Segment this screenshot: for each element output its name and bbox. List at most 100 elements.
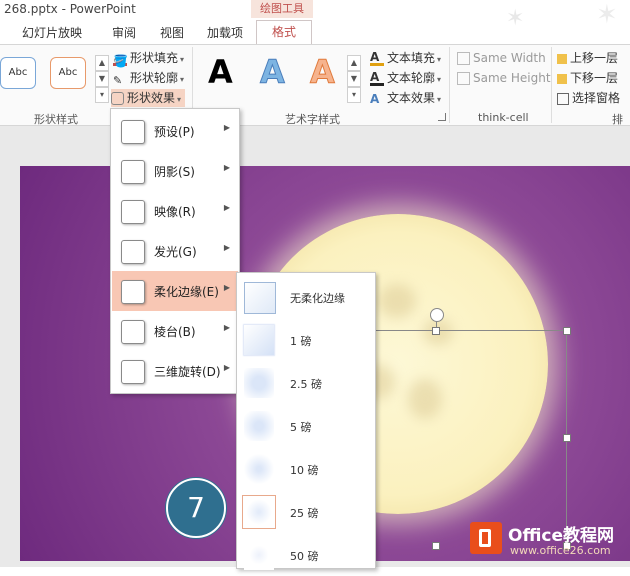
text-effects-icon: A <box>370 91 380 106</box>
window-title: 268.pptx - PowerPoint <box>4 2 136 16</box>
selection-frame-top <box>372 330 567 331</box>
paint-bucket-icon: 🪣 <box>113 53 128 68</box>
same-height-button[interactable]: Same Height <box>457 69 551 87</box>
soft-edge-preview-icon <box>244 454 274 484</box>
resize-handle[interactable] <box>563 327 571 335</box>
tab-addins[interactable]: 加载项 <box>207 24 243 41</box>
soft-edge-option[interactable]: 50 磅 <box>238 533 374 576</box>
shape-style-preview[interactable]: Abc <box>50 57 86 89</box>
send-backward-button[interactable]: 下移一层 <box>557 69 618 87</box>
group-label-shape-styles: 形状样式 <box>34 113 78 126</box>
ribbon-tabs: 幻灯片放映 审阅 视图 加载项 <box>0 20 630 44</box>
tab-slideshow[interactable]: 幻灯片放映 <box>22 24 82 41</box>
wordart-style-blue[interactable]: A <box>260 53 286 92</box>
wordart-style-black[interactable]: A <box>208 53 233 91</box>
soft-edge-preview-icon <box>242 495 276 529</box>
menu-item-shadow[interactable]: 阴影(S) ▶ <box>112 151 238 191</box>
scroll-up-icon[interactable]: ▲ <box>95 55 109 71</box>
shape-effects-button[interactable]: 形状效果 ▾ <box>111 89 186 107</box>
shape-style-preview[interactable]: Abc <box>0 57 36 89</box>
menu-item-glow[interactable]: 发光(G) ▶ <box>112 231 238 271</box>
submenu-arrow-icon: ▶ <box>223 243 230 252</box>
soft-edge-option-none[interactable]: 无柔化边缘 <box>238 275 374 318</box>
scroll-up-icon[interactable]: ▲ <box>347 55 361 71</box>
dropdown-arrow-icon: ▾ <box>437 55 442 64</box>
text-fill-icon: A <box>370 51 384 66</box>
same-width-button[interactable]: Same Width <box>457 49 546 67</box>
tab-view[interactable]: 视图 <box>160 24 184 41</box>
context-group-label: 绘图工具 <box>251 0 313 18</box>
soft-edge-option[interactable]: 10 磅 <box>238 447 374 490</box>
title-bar: 268.pptx - PowerPoint <box>0 0 630 20</box>
text-fill-button[interactable]: A 文本填充 ▾ <box>370 49 441 67</box>
text-outline-button[interactable]: A 文本轮廓 ▾ <box>370 69 441 87</box>
send-backward-icon <box>557 73 567 84</box>
bring-forward-button[interactable]: 上移一层 <box>557 49 618 67</box>
scroll-down-icon[interactable]: ▼ <box>95 71 109 87</box>
menu-item-soft-edges[interactable]: 柔化边缘(E) ▶ <box>112 271 238 311</box>
3d-rotation-icon <box>121 360 145 384</box>
shape-effects-menu: 预设(P) ▶ 阴影(S) ▶ 映像(R) ▶ 发光(G) ▶ 柔化边缘(E) … <box>110 108 240 394</box>
resize-handle[interactable] <box>432 542 440 550</box>
menu-item-3d-rotation[interactable]: 三维旋转(D) ▶ <box>112 351 238 391</box>
soft-edge-preview-icon <box>244 411 274 441</box>
watermark: Office教程网 www.office26.com <box>470 516 630 564</box>
dropdown-arrow-icon: ▾ <box>437 75 442 84</box>
more-styles-icon[interactable]: ▾ <box>347 87 361 103</box>
preset-icon <box>121 120 145 144</box>
submenu-arrow-icon: ▶ <box>223 163 230 172</box>
dropdown-arrow-icon: ▾ <box>180 55 185 64</box>
scroll-down-icon[interactable]: ▼ <box>347 71 361 87</box>
soft-edge-option[interactable]: 2.5 磅 <box>238 361 374 404</box>
soft-edge-preview-icon <box>244 325 274 355</box>
dropdown-arrow-icon: ▾ <box>177 95 182 104</box>
dropdown-arrow-icon: ▾ <box>180 75 185 84</box>
submenu-arrow-icon: ▶ <box>223 123 230 132</box>
dropdown-arrow-icon: ▾ <box>437 95 442 104</box>
wordart-style-orange[interactable]: A <box>310 53 336 92</box>
group-label-wordart: 艺术字样式 <box>285 113 340 126</box>
tab-format[interactable]: 格式 <box>256 20 312 44</box>
menu-item-reflection[interactable]: 映像(R) ▶ <box>112 191 238 231</box>
soft-edge-preview-icon <box>244 282 276 314</box>
soft-edges-icon <box>121 280 145 304</box>
shadow-icon <box>121 160 145 184</box>
menu-item-bevel[interactable]: 棱台(B) ▶ <box>112 311 238 351</box>
glow-icon <box>121 240 145 264</box>
soft-edge-preview-icon <box>244 368 274 398</box>
selection-pane-button[interactable]: 选择窗格 <box>557 89 620 107</box>
group-label-arrange: 排 <box>612 113 623 126</box>
tab-review[interactable]: 审阅 <box>112 24 136 41</box>
submenu-arrow-icon: ▶ <box>223 323 230 332</box>
shape-effects-icon <box>111 92 124 105</box>
soft-edge-option[interactable]: 5 磅 <box>238 404 374 447</box>
pen-icon: ✎ <box>113 73 123 87</box>
bring-forward-icon <box>557 53 567 64</box>
watermark-url: www.office26.com <box>510 544 611 557</box>
ribbon: Abc Abc ▲ ▼ ▾ 形状样式 🪣 形状填充 ▾ ✎ 形状轮廓 ▾ 形状效果 ▾ A… <box>0 44 630 126</box>
menu-item-preset[interactable]: 预设(P) ▶ <box>112 111 238 151</box>
selection-pane-icon <box>557 92 569 105</box>
shape-fill-button[interactable]: 🪣 形状填充 ▾ <box>113 49 185 68</box>
watermark-title: Office教程网 <box>508 526 615 546</box>
submenu-arrow-icon: ▶ <box>223 363 230 372</box>
group-label-thinkcell: think-cell <box>478 111 529 124</box>
office-logo-icon <box>470 522 502 554</box>
rotate-handle-icon[interactable] <box>430 308 444 322</box>
same-width-icon <box>457 52 470 65</box>
shape-outline-button[interactable]: ✎ 形状轮廓 ▾ <box>113 69 184 87</box>
submenu-arrow-icon: ▶ <box>223 283 230 292</box>
soft-edge-option-selected[interactable]: 25 磅 <box>238 490 374 533</box>
soft-edge-option[interactable]: 1 磅 <box>238 318 374 361</box>
soft-edge-preview-icon <box>244 540 274 570</box>
text-effects-button[interactable]: A 文本效果 ▾ <box>370 89 441 107</box>
submenu-arrow-icon: ▶ <box>223 203 230 212</box>
reflection-icon <box>121 200 145 224</box>
step-badge: 7 <box>166 478 226 538</box>
bevel-icon <box>121 320 145 344</box>
more-styles-icon[interactable]: ▾ <box>95 87 109 103</box>
same-height-icon <box>457 72 470 85</box>
dialog-launcher-icon[interactable] <box>438 113 446 121</box>
resize-handle[interactable] <box>432 327 440 335</box>
resize-handle[interactable] <box>563 434 571 442</box>
